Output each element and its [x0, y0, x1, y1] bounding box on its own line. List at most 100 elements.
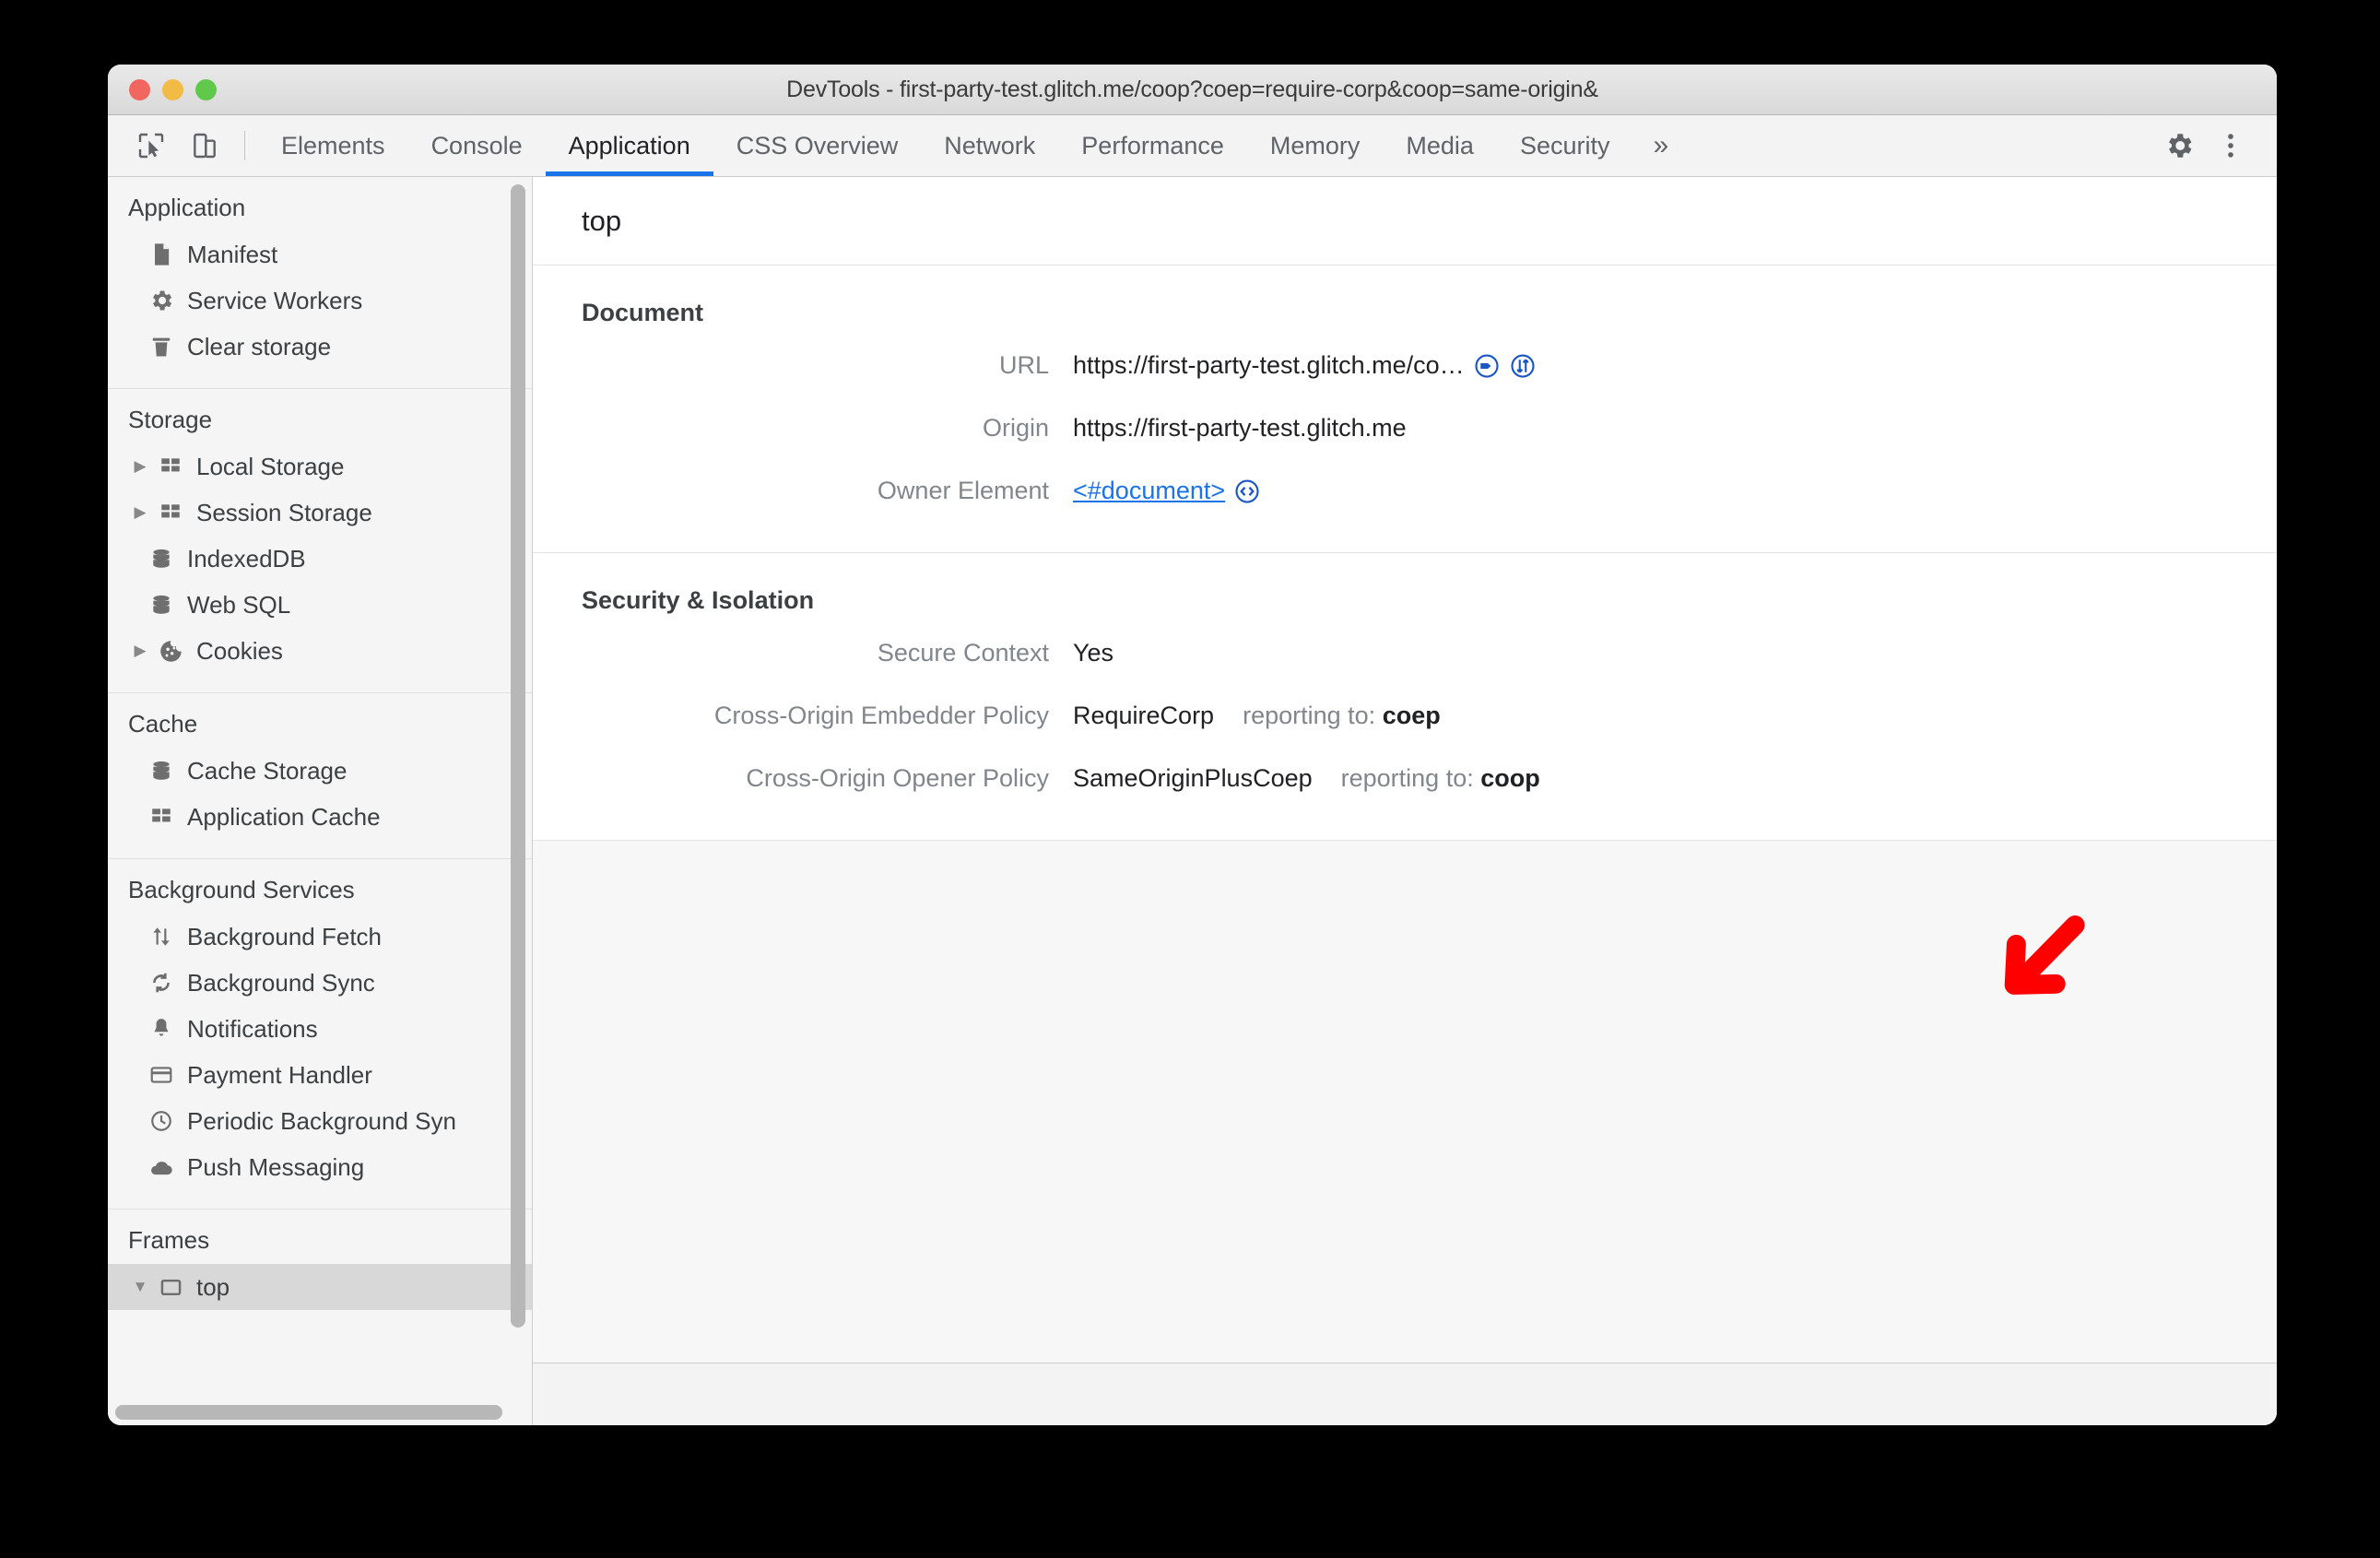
row-url: URL https://first-party-test.glitch.me/c… [533, 351, 2277, 399]
coep-reporting-endpoint: coep [1382, 702, 1441, 729]
tab-application[interactable]: Application [545, 115, 713, 176]
sidebar-item-notifications[interactable]: Notifications [108, 1006, 532, 1052]
sidebar-item-label: Application Cache [187, 802, 381, 831]
sidebar-horizontal-scrollbar[interactable] [115, 1405, 502, 1420]
cookie-icon [152, 639, 189, 664]
coep-reporting-group: reporting to: coep [1243, 702, 1441, 730]
tab-performance[interactable]: Performance [1058, 115, 1247, 176]
arrows-updown-icon [143, 925, 180, 949]
sidebar-item-label: Clear storage [187, 332, 332, 360]
table-icon [143, 805, 180, 829]
sidebar-item-label: Service Workers [187, 286, 363, 314]
gear-icon[interactable] [2153, 120, 2205, 171]
row-value-group: SameOriginPlusCoep reporting to: coop [1049, 764, 1540, 793]
row-label: Secure Context [877, 639, 1049, 667]
sidebar-item-manifest[interactable]: Manifest [108, 231, 532, 277]
sidebar-item-payment-handler[interactable]: Payment Handler [108, 1052, 532, 1098]
sidebar-item-label: Local Storage [196, 452, 345, 480]
sidebar-item-label: Background Sync [187, 968, 375, 997]
tab-media[interactable]: Media [1383, 115, 1497, 176]
sidebar-item-service-workers[interactable]: Service Workers [108, 277, 532, 324]
sidebar-item-label: Periodic Background Syn [187, 1106, 456, 1135]
chevron-right-icon[interactable]: ▶ [128, 642, 152, 660]
inspect-cursor-icon[interactable] [124, 115, 178, 176]
coop-reporting-prefix: reporting to: [1340, 764, 1474, 792]
tab-css-overview[interactable]: CSS Overview [713, 115, 922, 176]
tab-memory[interactable]: Memory [1247, 115, 1384, 176]
sidebar-item-application-cache[interactable]: Application Cache [108, 794, 532, 840]
sidebar-item-push-messaging[interactable]: Push Messaging [108, 1144, 532, 1190]
sidebar-item-cache-storage[interactable]: Cache Storage [108, 748, 532, 794]
row-value-group: https://first-party-test.glitch.me [1049, 414, 1407, 443]
toolbar-divider [244, 131, 245, 160]
sidebar-item-indexeddb[interactable]: IndexedDB [108, 536, 532, 582]
frame-details-panel: top Document URL https://first-party-tes… [533, 177, 2277, 1425]
sidebar-item-label: Background Fetch [187, 922, 383, 950]
sidebar-item-clear-storage[interactable]: Clear storage [108, 324, 532, 370]
zoom-window-button[interactable] [195, 78, 217, 100]
sidebar-item-label: Web SQL [187, 590, 291, 619]
tab-console[interactable]: Console [408, 115, 546, 176]
row-label: Cross-Origin Opener Policy [746, 764, 1049, 792]
devtools-body: Application Manifest Service Workers Cle… [108, 177, 2277, 1425]
more-tabs-chevron-icon[interactable]: » [1632, 115, 1689, 176]
sidebar-item-local-storage[interactable]: ▶ Local Storage [108, 443, 532, 490]
close-window-button[interactable] [129, 78, 150, 100]
sidebar-item-label: top [196, 1272, 230, 1301]
chevron-right-icon[interactable]: ▶ [128, 457, 152, 476]
row-label: Cross-Origin Embedder Policy [713, 702, 1049, 729]
table-icon [152, 501, 189, 525]
sidebar-section-title: Application [128, 194, 246, 221]
reveal-in-sources-icon[interactable] [1233, 478, 1261, 505]
chevron-down-icon[interactable]: ▼ [128, 1278, 152, 1296]
section-heading: Document [582, 299, 704, 326]
devtools-tab-toolbar: Elements Console Application CSS Overvie… [108, 115, 2277, 177]
minimize-window-button[interactable] [162, 78, 183, 100]
reveal-in-network-icon[interactable] [1509, 352, 1537, 380]
tab-network[interactable]: Network [921, 115, 1058, 176]
tab-security[interactable]: Security [1497, 115, 1633, 176]
window-traffic-lights [129, 65, 217, 114]
row-value-group: https://first-party-test.glitch.me/co… [1049, 351, 1537, 380]
kebab-menu-icon[interactable] [2205, 120, 2256, 171]
trash-icon [143, 334, 180, 360]
sidebar-item-cookies[interactable]: ▶ Cookies [108, 628, 532, 674]
tab-elements[interactable]: Elements [258, 115, 408, 176]
secure-context-value: Yes [1073, 639, 1114, 667]
sidebar-vertical-scrollbar[interactable] [511, 184, 525, 1328]
sidebar-section-title: Frames [128, 1226, 210, 1254]
window-titlebar: DevTools - first-party-test.glitch.me/co… [108, 65, 2277, 115]
screen-background: DevTools - first-party-test.glitch.me/co… [0, 0, 2380, 1558]
row-value-group: RequireCorp reporting to: coep [1049, 702, 1441, 730]
sidebar-item-web-sql[interactable]: Web SQL [108, 582, 532, 628]
sidebar-section-cache: Cache Cache Storage Application Cache [108, 693, 532, 859]
row-owner-element: Owner Element <#document> [533, 477, 2277, 525]
device-toolbar-icon[interactable] [178, 115, 231, 176]
sidebar-item-session-storage[interactable]: ▶ Session Storage [108, 490, 532, 536]
row-origin: Origin https://first-party-test.glitch.m… [533, 414, 2277, 462]
panel-empty-area [533, 841, 2277, 1363]
sidebar-item-label: Notifications [187, 1014, 318, 1043]
sidebar-section-application: Application Manifest Service Workers Cle… [108, 177, 532, 389]
chevron-right-icon[interactable]: ▶ [128, 503, 152, 522]
row-label: Origin [982, 414, 1049, 442]
row-coep: Cross-Origin Embedder Policy RequireCorp… [533, 702, 2277, 749]
sidebar-item-label: Cookies [196, 636, 283, 665]
sidebar-item-periodic-background-sync[interactable]: Periodic Background Syn [108, 1098, 532, 1144]
origin-value: https://first-party-test.glitch.me [1073, 414, 1407, 442]
sidebar-item-label: IndexedDB [187, 544, 306, 572]
url-value: https://first-party-test.glitch.me/co… [1073, 351, 1465, 379]
section-security-isolation: Security & Isolation Secure Context Yes … [533, 553, 2277, 841]
devtools-window: DevTools - first-party-test.glitch.me/co… [108, 65, 2277, 1425]
database-icon [143, 593, 180, 617]
sidebar-item-frame-top[interactable]: ▼ top [108, 1264, 532, 1310]
section-heading: Security & Isolation [582, 586, 815, 614]
sync-icon [143, 971, 180, 995]
sidebar-section-background-services: Background Services Background Fetch Bac… [108, 859, 532, 1210]
owner-element-link[interactable]: <#document> [1073, 477, 1225, 505]
reveal-in-elements-icon[interactable] [1473, 352, 1501, 380]
sidebar-item-background-sync[interactable]: Background Sync [108, 960, 532, 1006]
sidebar-item-background-fetch[interactable]: Background Fetch [108, 914, 532, 960]
sidebar-item-label: Push Messaging [187, 1152, 365, 1181]
application-sidebar[interactable]: Application Manifest Service Workers Cle… [108, 177, 533, 1425]
